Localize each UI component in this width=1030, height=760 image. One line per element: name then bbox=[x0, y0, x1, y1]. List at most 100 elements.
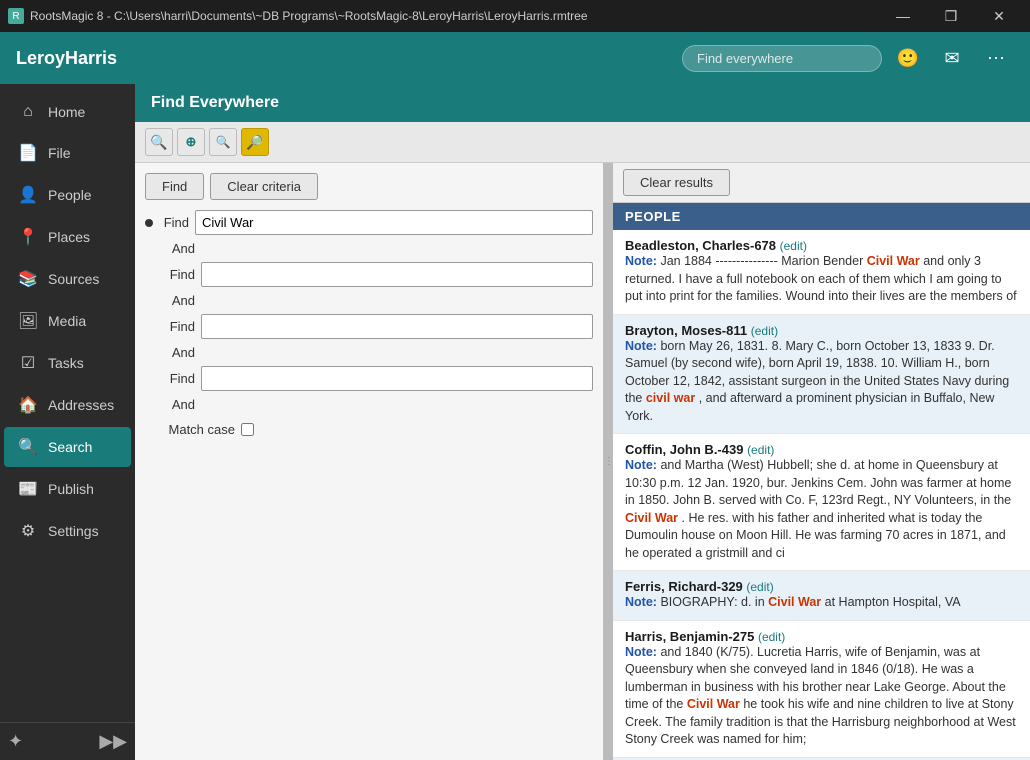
find-everywhere-header: Find Everywhere bbox=[135, 84, 1030, 122]
match-case-checkbox[interactable] bbox=[241, 423, 254, 436]
sidebar-bottom-right-btn[interactable]: ▶▶ bbox=[99, 731, 127, 752]
right-panel-toolbar: Clear results bbox=[613, 163, 1030, 203]
sidebar-item-settings-label: Settings bbox=[48, 523, 99, 539]
zoom-in-button[interactable]: 🔍 bbox=[145, 128, 173, 156]
sidebar-item-settings[interactable]: ⚙ Settings bbox=[4, 511, 131, 551]
result-item-coffin: Coffin, John B.-439 (edit) Note: and Mar… bbox=[613, 434, 1030, 571]
result-item-ferris: Ferris, Richard-329 (edit) Note: BIOGRAP… bbox=[613, 571, 1030, 621]
and-label-1: And bbox=[165, 241, 195, 256]
sidebar-item-home-label: Home bbox=[48, 104, 85, 120]
window-title: RootsMagic 8 - C:\Users\harri\Documents\… bbox=[30, 9, 588, 23]
sidebar-item-publish-label: Publish bbox=[48, 481, 94, 497]
minimize-button[interactable]: — bbox=[880, 0, 926, 32]
search-toolbar: 🔍 ⊕ 🔍 🔎 bbox=[135, 122, 1030, 163]
sidebar-item-tasks-label: Tasks bbox=[48, 355, 84, 371]
and-label-2: And bbox=[165, 293, 195, 308]
window-controls: — ❒ ✕ bbox=[880, 0, 1022, 32]
result-name-harris-benjamin: Harris, Benjamin-275 bbox=[625, 629, 758, 644]
result-edit-brayton[interactable]: (edit) bbox=[751, 324, 778, 338]
clear-results-button[interactable]: Clear results bbox=[623, 169, 730, 196]
find-label-3: Find bbox=[165, 319, 195, 334]
sidebar-item-search[interactable]: 🔍 Search bbox=[4, 427, 131, 467]
result-edit-harris-benjamin[interactable]: (edit) bbox=[758, 630, 785, 644]
sidebar-item-addresses[interactable]: 🏠 Addresses bbox=[4, 385, 131, 425]
people-section-header: PEOPLE bbox=[613, 203, 1030, 230]
smiley-icon-button[interactable]: 🙂 bbox=[890, 40, 926, 76]
home-icon: ⌂ bbox=[18, 103, 38, 121]
sidebar: ⌂ Home 📄 File 👤 People 📍 Places 📚 Source… bbox=[0, 84, 135, 760]
sidebar-item-people[interactable]: 👤 People bbox=[4, 175, 131, 215]
app-icon: R bbox=[8, 8, 24, 24]
header-right: 🙂 ✉ ⋯ bbox=[682, 40, 1014, 76]
main-layout: ⌂ Home 📄 File 👤 People 📍 Places 📚 Source… bbox=[0, 84, 1030, 760]
result-name-beadleston: Beadleston, Charles-678 bbox=[625, 238, 780, 253]
sidebar-item-home[interactable]: ⌂ Home bbox=[4, 93, 131, 131]
app-header: LeroyHarris 🙂 ✉ ⋯ bbox=[0, 32, 1030, 84]
match-case-row: Match case bbox=[145, 422, 593, 437]
result-text-beadleston: Note: Jan 1884 --------------- Marion Be… bbox=[625, 253, 1018, 306]
result-text-harris-benjamin: Note: and 1840 (K/75). Lucretia Harris, … bbox=[625, 644, 1018, 749]
result-name-coffin: Coffin, John B.-439 bbox=[625, 442, 747, 457]
result-edit-beadleston[interactable]: (edit) bbox=[780, 239, 807, 253]
result-edit-coffin[interactable]: (edit) bbox=[747, 443, 774, 457]
zoom-search-button[interactable]: 🔎 bbox=[241, 128, 269, 156]
find-row-2: Find bbox=[145, 262, 593, 287]
find-label-4: Find bbox=[165, 371, 195, 386]
find-input-4[interactable] bbox=[201, 366, 593, 391]
result-edit-ferris[interactable]: (edit) bbox=[746, 580, 773, 594]
sidebar-item-people-label: People bbox=[48, 187, 92, 203]
close-button[interactable]: ✕ bbox=[976, 0, 1022, 32]
find-input-3[interactable] bbox=[201, 314, 593, 339]
sidebar-item-file[interactable]: 📄 File bbox=[4, 133, 131, 173]
zoom-out-button[interactable]: 🔍 bbox=[209, 128, 237, 156]
publish-icon: 📰 bbox=[18, 479, 38, 499]
and-label-4: And bbox=[165, 397, 195, 412]
result-text-coffin: Note: and Martha (West) Hubbell; she d. … bbox=[625, 457, 1018, 562]
search-icon: 🔍 bbox=[18, 437, 38, 457]
find-label-1: Find bbox=[159, 215, 189, 230]
find-row-4: Find bbox=[145, 366, 593, 391]
find-label-2: Find bbox=[165, 267, 195, 282]
sidebar-item-tasks[interactable]: ☑ Tasks bbox=[4, 343, 131, 383]
result-item-harris-benjamin: Harris, Benjamin-275 (edit) Note: and 18… bbox=[613, 621, 1030, 758]
find-input-1[interactable] bbox=[195, 210, 593, 235]
result-item-beadleston: Beadleston, Charles-678 (edit) Note: Jan… bbox=[613, 230, 1030, 315]
clear-criteria-button[interactable]: Clear criteria bbox=[210, 173, 318, 200]
tasks-icon: ☑ bbox=[18, 353, 38, 373]
find-row-1: Find bbox=[145, 210, 593, 235]
sidebar-item-media[interactable]: 🖼 Media bbox=[4, 301, 131, 341]
and-row-3: And bbox=[145, 345, 593, 360]
global-search-input[interactable] bbox=[682, 45, 882, 72]
right-panel: Clear results PEOPLE Beadleston, Charles… bbox=[613, 163, 1030, 760]
sidebar-item-publish[interactable]: 📰 Publish bbox=[4, 469, 131, 509]
and-row-2: And bbox=[145, 293, 593, 308]
maximize-button[interactable]: ❒ bbox=[928, 0, 974, 32]
sidebar-item-places[interactable]: 📍 Places bbox=[4, 217, 131, 257]
and-row-1: And bbox=[145, 241, 593, 256]
match-case-label: Match case bbox=[165, 422, 235, 437]
addresses-icon: 🏠 bbox=[18, 395, 38, 415]
panel-divider[interactable]: ⋮ bbox=[605, 163, 613, 760]
mail-icon-button[interactable]: ✉ bbox=[934, 40, 970, 76]
media-icon: 🖼 bbox=[18, 311, 38, 331]
results-container[interactable]: PEOPLE Beadleston, Charles-678 (edit) No… bbox=[613, 203, 1030, 760]
find-input-2[interactable] bbox=[201, 262, 593, 287]
menu-icon-button[interactable]: ⋯ bbox=[978, 40, 1014, 76]
settings-icon: ⚙ bbox=[18, 521, 38, 541]
sidebar-item-sources-label: Sources bbox=[48, 271, 99, 287]
sidebar-item-sources[interactable]: 📚 Sources bbox=[4, 259, 131, 299]
sidebar-item-places-label: Places bbox=[48, 229, 90, 245]
left-panel-buttons: Find Clear criteria bbox=[145, 173, 593, 200]
and-row-4: And bbox=[145, 397, 593, 412]
find-button[interactable]: Find bbox=[145, 173, 204, 200]
two-panel: Find Clear criteria Find And Find bbox=[135, 163, 1030, 760]
zoom-fit-button[interactable]: ⊕ bbox=[177, 128, 205, 156]
sidebar-item-media-label: Media bbox=[48, 313, 86, 329]
left-panel: Find Clear criteria Find And Find bbox=[135, 163, 605, 760]
sidebar-item-search-label: Search bbox=[48, 439, 92, 455]
file-icon: 📄 bbox=[18, 143, 38, 163]
sidebar-bottom-left-btn[interactable]: ✦ bbox=[8, 731, 23, 752]
app-title: LeroyHarris bbox=[16, 48, 117, 69]
title-bar: R RootsMagic 8 - C:\Users\harri\Document… bbox=[0, 0, 1030, 32]
people-icon: 👤 bbox=[18, 185, 38, 205]
